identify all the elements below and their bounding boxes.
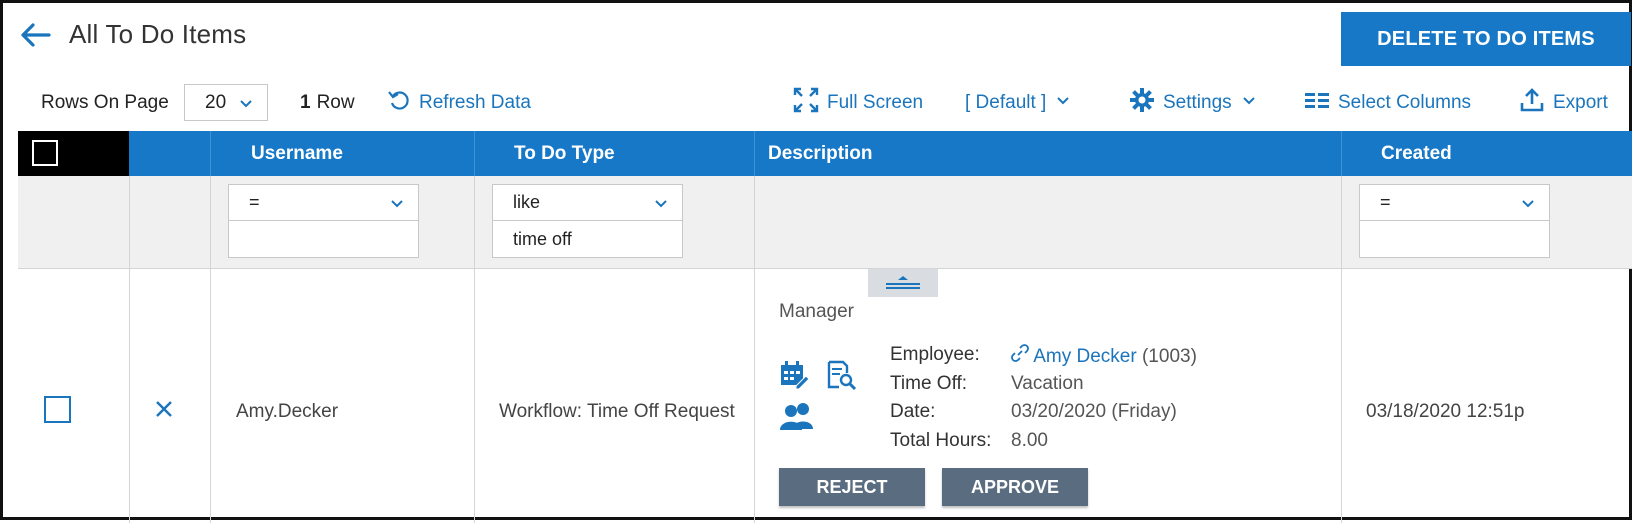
- username-filter-operator-value: =: [249, 192, 260, 212]
- full-screen-label: Full Screen: [827, 92, 924, 113]
- settings-label: Settings: [1163, 92, 1232, 113]
- export-label: Export: [1553, 92, 1608, 113]
- row-count: 1 Row: [300, 85, 355, 121]
- collapse-icon[interactable]: [868, 269, 938, 297]
- total-hours-value: 8.00: [1011, 430, 1048, 451]
- delete-todo-items-button[interactable]: DELETE TO DO ITEMS: [1341, 12, 1631, 66]
- select-all-cell: [18, 131, 129, 176]
- employee-id: (1003): [1141, 346, 1197, 367]
- view-label: [ Default ]: [965, 92, 1047, 113]
- app-frame: All To Do Items DELETE TO DO ITEMS Rows …: [0, 0, 1632, 523]
- rows-on-page-value: 20: [205, 91, 227, 113]
- column-divider: [210, 131, 211, 176]
- fullscreen-icon: [793, 87, 827, 119]
- chevron-down-icon: [654, 195, 668, 216]
- column-header-description[interactable]: Description: [768, 131, 873, 176]
- time-off-value: Vacation: [1011, 373, 1084, 394]
- approve-button[interactable]: APPROVE: [942, 468, 1088, 506]
- select-columns-link[interactable]: Select Columns: [1304, 85, 1471, 121]
- created-cell: 03/18/2020 12:51p: [1366, 401, 1525, 422]
- todo-type-filter-input[interactable]: time off: [492, 221, 683, 258]
- column-divider: [129, 176, 130, 523]
- select-all-checkbox[interactable]: [32, 140, 58, 166]
- chevron-down-icon: [390, 195, 404, 216]
- created-filter-operator[interactable]: =: [1359, 184, 1550, 221]
- created-filter-operator-value: =: [1380, 192, 1391, 212]
- column-divider: [754, 176, 755, 523]
- todo-type-cell: Workflow: Time Off Request: [499, 401, 735, 422]
- full-screen-link[interactable]: Full Screen: [793, 85, 923, 121]
- export-link[interactable]: Export: [1519, 85, 1608, 121]
- view-select[interactable]: [ Default ]: [965, 85, 1078, 121]
- column-divider: [474, 131, 475, 176]
- username-filter-input[interactable]: [228, 221, 419, 258]
- chevron-down-icon: [1242, 92, 1264, 114]
- export-icon: [1519, 87, 1553, 119]
- chevron-down-icon: [239, 95, 253, 117]
- todo-type-filter-operator-value: like: [513, 192, 541, 212]
- employee-label: Employee:: [890, 344, 980, 365]
- approver-role: Manager: [779, 301, 854, 322]
- employee-value: Amy Decker (1003): [1011, 344, 1197, 368]
- chevron-down-icon: [1056, 92, 1078, 114]
- row-checkbox[interactable]: [44, 396, 71, 423]
- column-divider: [1341, 131, 1342, 176]
- settings-menu[interactable]: Settings: [1129, 85, 1264, 121]
- reject-button[interactable]: REJECT: [779, 468, 925, 506]
- page-title: All To Do Items: [69, 19, 247, 49]
- refresh-icon: [387, 88, 419, 118]
- column-divider: [474, 176, 475, 523]
- date-label: Date:: [890, 401, 936, 422]
- todo-type-filter-operator[interactable]: like: [492, 184, 683, 221]
- username-cell: Amy.Decker: [236, 401, 339, 422]
- column-header-todo-type[interactable]: To Do Type: [514, 131, 615, 176]
- column-divider: [1341, 176, 1342, 523]
- username-filter-operator[interactable]: =: [228, 184, 419, 221]
- row-count-number: 1: [300, 92, 311, 113]
- rows-on-page-label: Rows On Page: [41, 92, 169, 113]
- chevron-down-icon: [1521, 195, 1535, 216]
- row-count-label: Row: [316, 92, 355, 113]
- calendar-edit-icon[interactable]: [779, 360, 810, 395]
- column-divider: [754, 131, 755, 176]
- column-divider: [210, 176, 211, 523]
- close-icon[interactable]: [154, 399, 174, 419]
- arrow-left-icon[interactable]: [19, 21, 51, 49]
- refresh-data-link[interactable]: Refresh Data: [387, 85, 531, 121]
- column-header-username[interactable]: Username: [251, 131, 343, 176]
- employee-name: Amy Decker: [1033, 346, 1137, 367]
- total-hours-label: Total Hours:: [890, 430, 992, 451]
- columns-icon: [1304, 90, 1338, 116]
- select-columns-label: Select Columns: [1338, 92, 1472, 113]
- people-icon[interactable]: [779, 401, 815, 436]
- time-off-label: Time Off:: [890, 373, 968, 394]
- created-filter-input[interactable]: [1359, 221, 1550, 258]
- gear-icon: [1129, 87, 1163, 119]
- date-value: 03/20/2020 (Friday): [1011, 401, 1177, 422]
- column-header-created[interactable]: Created: [1381, 131, 1452, 176]
- link-icon: [1011, 344, 1029, 367]
- refresh-data-label: Refresh Data: [419, 92, 531, 113]
- document-search-icon[interactable]: [826, 360, 857, 395]
- employee-link[interactable]: Amy Decker: [1011, 344, 1142, 367]
- rows-on-page-select[interactable]: 20: [184, 84, 268, 121]
